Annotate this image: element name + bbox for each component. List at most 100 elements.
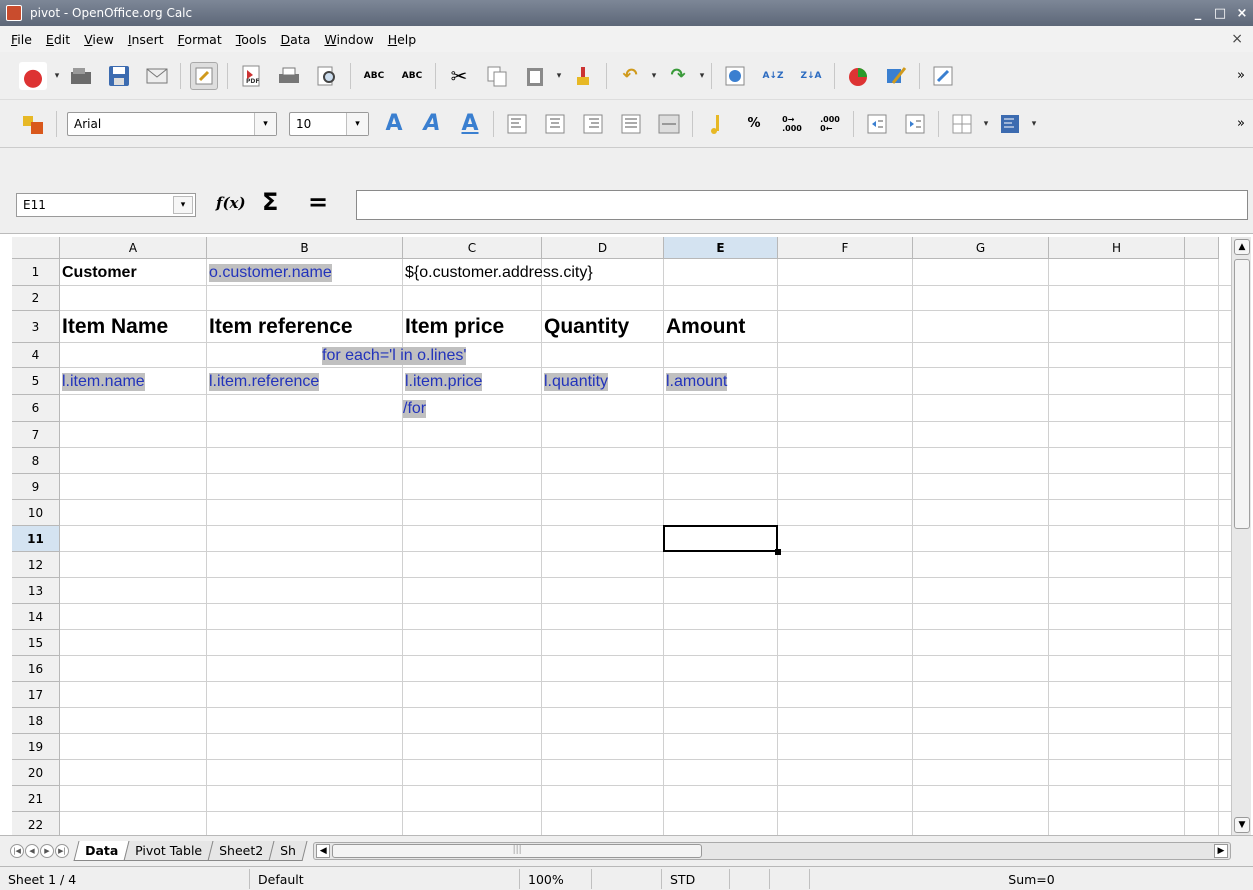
row-header-9[interactable]: 9	[12, 474, 60, 500]
cell-d3[interactable]: Quantity	[542, 311, 629, 343]
row-header-7[interactable]: 7	[12, 422, 60, 448]
last-sheet-icon[interactable]: ▶|	[55, 844, 69, 858]
font-name-combo[interactable]: Arial ▾	[67, 111, 277, 136]
formula-input[interactable]	[356, 190, 1248, 220]
name-box[interactable]: E11 ▾	[16, 193, 196, 217]
cell-c3[interactable]: Item price	[403, 311, 504, 343]
align-center-icon[interactable]	[541, 110, 569, 138]
row-header-12[interactable]: 12	[12, 552, 60, 578]
print-icon[interactable]	[275, 62, 303, 90]
cell-d5[interactable]: l.quantity	[542, 368, 609, 395]
cell-a5[interactable]: l.item.name	[60, 368, 145, 395]
chevron-down-icon[interactable]: ▾	[346, 112, 368, 135]
row-header-14[interactable]: 14	[12, 604, 60, 630]
previous-sheet-icon[interactable]: ◀	[25, 844, 39, 858]
row-header-13[interactable]: 13	[12, 578, 60, 604]
decrease-indent-icon[interactable]	[863, 110, 891, 138]
scroll-right-icon[interactable]: ▶	[1214, 844, 1228, 858]
horizontal-scrollbar[interactable]: ◀ ||| ▶	[313, 842, 1231, 860]
column-header-h[interactable]: H	[1049, 237, 1185, 259]
edit-mode-icon[interactable]	[190, 61, 218, 90]
currency-icon[interactable]	[702, 110, 730, 138]
sheet-tab-sheet2[interactable]: Sheet2	[207, 841, 275, 861]
align-left-icon[interactable]	[503, 110, 531, 138]
fill-handle[interactable]	[775, 549, 781, 555]
first-sheet-icon[interactable]: |◀	[10, 844, 24, 858]
scroll-left-icon[interactable]: ◀	[316, 844, 331, 858]
menu-edit[interactable]: Edit	[39, 32, 77, 47]
redo-dropdown-icon[interactable]: ▾	[697, 71, 707, 81]
spreadsheet-grid[interactable]: A B C D E F G H 1 2 3 4 5 6 7 8 9 10 11 12 13 14 15 16 17 18 19 20 2…	[12, 237, 1231, 835]
open-icon[interactable]	[67, 62, 95, 90]
row-header-21[interactable]: 21	[12, 786, 60, 812]
scroll-thumb[interactable]	[1234, 259, 1250, 529]
borders-dropdown-icon[interactable]: ▾	[981, 119, 991, 129]
undo-icon[interactable]: ↶	[616, 62, 644, 90]
cell-a3[interactable]: Item Name	[60, 311, 168, 343]
row-header-8[interactable]: 8	[12, 448, 60, 474]
toolbar-overflow-icon[interactable]: »	[1233, 116, 1249, 131]
column-header-a[interactable]: A	[60, 237, 207, 259]
cell-b1[interactable]: o.customer.name	[207, 259, 332, 286]
selected-cell-cursor[interactable]	[663, 525, 778, 552]
italic-icon[interactable]: A	[418, 110, 446, 138]
vertical-scrollbar[interactable]: ▲ ▼	[1231, 237, 1251, 835]
sort-ascending-icon[interactable]: A↓Z	[759, 62, 787, 90]
cell-b5[interactable]: l.item.reference	[207, 368, 320, 395]
column-header-e[interactable]: E	[664, 237, 778, 259]
status-zoom[interactable]: 100%	[520, 869, 592, 889]
merge-cells-icon[interactable]	[655, 110, 683, 138]
menu-view[interactable]: View	[77, 32, 121, 47]
row-header-6[interactable]: 6	[12, 395, 60, 422]
select-all-corner[interactable]	[12, 237, 60, 259]
cell-a1[interactable]: Customer	[60, 259, 137, 286]
column-header-c[interactable]: C	[403, 237, 542, 259]
spellcheck-icon[interactable]: ABC	[360, 62, 388, 90]
save-icon[interactable]	[105, 62, 133, 90]
underline-icon[interactable]: A	[456, 110, 484, 138]
column-header-b[interactable]: B	[207, 237, 403, 259]
row-header-1[interactable]: 1	[12, 259, 60, 286]
close-window-button[interactable]: ×	[1231, 6, 1253, 21]
cell-e3[interactable]: Amount	[664, 311, 745, 343]
align-right-icon[interactable]	[579, 110, 607, 138]
row-header-4[interactable]: 4	[12, 343, 60, 368]
horizontal-scroll-thumb[interactable]: |||	[332, 844, 703, 858]
cut-icon[interactable]: ✂	[445, 62, 473, 90]
menu-file[interactable]: File	[4, 32, 39, 47]
menu-window[interactable]: Window	[317, 32, 380, 47]
sort-descending-icon[interactable]: Z↓A	[797, 62, 825, 90]
column-header-g[interactable]: G	[913, 237, 1049, 259]
hyperlink-icon[interactable]	[929, 62, 957, 90]
row-header-11[interactable]: 11	[12, 526, 60, 552]
chart-icon[interactable]	[844, 62, 872, 90]
redo-icon[interactable]: ↷	[664, 62, 692, 90]
export-pdf-icon[interactable]: PDF	[237, 62, 265, 90]
sheet-tab-sheet3[interactable]: Sh	[268, 841, 308, 861]
autospellcheck-icon[interactable]: ABC	[398, 62, 426, 90]
cell-a6[interactable]: /for	[401, 395, 427, 422]
status-page-style[interactable]: Default	[250, 869, 520, 889]
sheet-tab-pivot-table[interactable]: Pivot Table	[123, 841, 214, 861]
row-header-20[interactable]: 20	[12, 760, 60, 786]
column-header-partial[interactable]	[1185, 237, 1219, 259]
menu-help[interactable]: Help	[381, 32, 424, 47]
percent-icon[interactable]: %	[740, 110, 768, 138]
row-header-3[interactable]: 3	[12, 311, 60, 343]
font-size-combo[interactable]: 10 ▾	[289, 111, 369, 136]
page-preview-icon[interactable]	[313, 62, 341, 90]
row-header-19[interactable]: 19	[12, 734, 60, 760]
paste-dropdown-icon[interactable]: ▾	[554, 71, 564, 81]
minimize-button[interactable]: _	[1187, 6, 1209, 21]
function-icon[interactable]: =	[308, 188, 328, 216]
row-header-16[interactable]: 16	[12, 656, 60, 682]
cell-e5[interactable]: l.amount	[664, 368, 728, 395]
function-wizard-icon[interactable]: f(x)	[216, 194, 246, 212]
format-paintbrush-icon[interactable]	[569, 62, 597, 90]
add-decimal-icon[interactable]: 0→ .000	[778, 110, 806, 138]
sheet-tab-data[interactable]: Data	[73, 841, 130, 861]
column-header-d[interactable]: D	[542, 237, 664, 259]
draw-functions-icon[interactable]	[882, 62, 910, 90]
menu-format[interactable]: Format	[171, 32, 229, 47]
row-header-22[interactable]: 22	[12, 812, 60, 835]
